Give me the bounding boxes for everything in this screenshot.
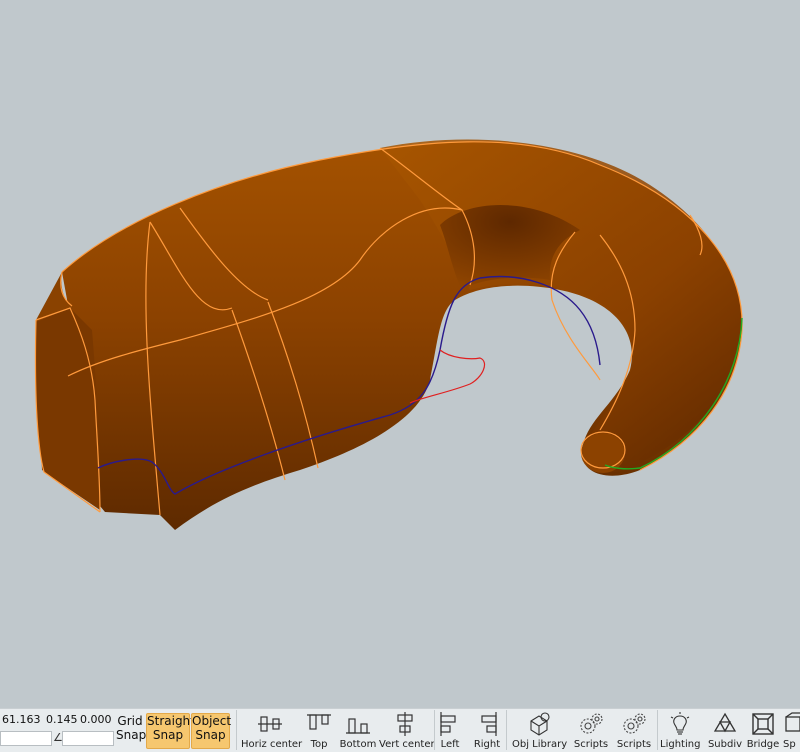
scripts-gear-icon (620, 711, 648, 737)
object-snap-button[interactable]: Object Snap (191, 713, 230, 749)
align-bottom-button[interactable]: Bottom (339, 710, 377, 751)
scripts-button-1[interactable]: Scripts (572, 710, 610, 751)
align-top-button[interactable]: Top (302, 710, 336, 751)
3d-viewport[interactable] (0, 0, 800, 708)
align-top-icon (305, 711, 333, 737)
obj-library-button[interactable]: Obj Library (512, 710, 566, 751)
horiz-center-icon (256, 711, 284, 737)
bridge-button[interactable]: Bridge (746, 710, 780, 751)
coord-z: 0.000 (80, 713, 112, 726)
scripts-button-2[interactable]: Scripts (615, 710, 653, 751)
align-bottom-icon (344, 711, 372, 737)
scripts-gear-icon (577, 711, 605, 737)
align-right-button[interactable]: Right (472, 710, 502, 751)
front-face (35, 308, 100, 510)
coord-x: 61.163 (2, 713, 41, 726)
bridge-icon (749, 711, 777, 737)
align-right-icon (473, 711, 501, 737)
sp-button[interactable]: Sp (782, 710, 800, 751)
coordinate-readout: 61.163 0.145 0.000 (0, 712, 112, 728)
align-left-button[interactable]: Left (436, 710, 464, 751)
3d-model-view[interactable] (0, 0, 800, 708)
horiz-center-button[interactable]: Horiz center (241, 710, 299, 751)
coord-y: 0.145 (46, 713, 78, 726)
object-library-icon (525, 711, 553, 737)
lighting-button[interactable]: Lighting (660, 710, 700, 751)
straight-snap-button[interactable]: Straight Snap (146, 713, 190, 749)
align-left-icon (436, 711, 464, 737)
hook-tip (581, 433, 625, 473)
angle-input[interactable] (62, 731, 114, 746)
subdiv-icon (711, 711, 739, 737)
subdiv-button[interactable]: Subdiv (706, 710, 744, 751)
length-input[interactable] (0, 731, 52, 746)
vert-center-icon (391, 711, 419, 737)
grid-snap-button[interactable]: Grid Snap (116, 714, 144, 748)
vert-center-button[interactable]: Vert center (379, 710, 431, 751)
lightbulb-icon (666, 711, 694, 737)
cube-icon (782, 711, 800, 737)
